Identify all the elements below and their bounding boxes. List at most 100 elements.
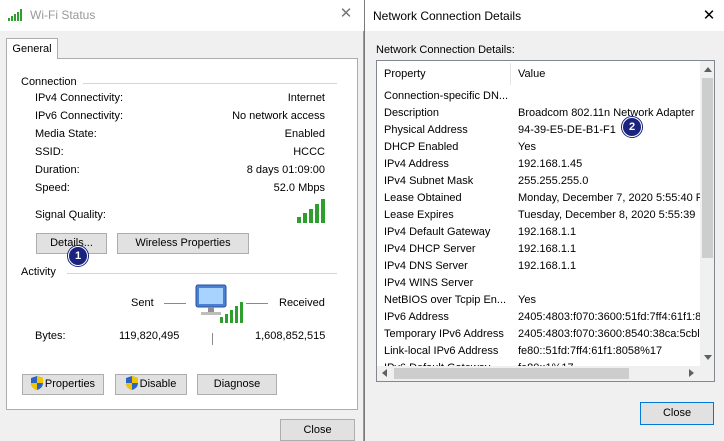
vertical-scrollbar[interactable] — [700, 61, 714, 366]
close-icon[interactable]: ✕ — [336, 4, 356, 24]
disable-button-label: Disable — [139, 378, 177, 390]
details-row-value: Broadcom 802.11n Network Adapter — [518, 107, 695, 119]
details-row[interactable]: IPv6 Address 2405:4803:f070:3600:51fd:7ff… — [377, 309, 700, 326]
properties-button[interactable]: Properties — [22, 374, 104, 395]
details-row-property: Temporary IPv6 Address — [384, 328, 504, 340]
details-row[interactable]: IPv4 Subnet Mask 255.255.255.0 — [377, 173, 700, 190]
scroll-down-icon[interactable] — [704, 355, 712, 360]
received-label: Received — [279, 297, 325, 309]
wireless-properties-button[interactable]: Wireless Properties — [117, 233, 249, 254]
activity-group-divider — [67, 273, 337, 274]
details-row-property: NetBIOS over Tcpip En... — [384, 294, 507, 306]
details-row-property: Lease Obtained — [384, 192, 462, 204]
wifi-close-button[interactable]: Close — [280, 419, 355, 441]
connection-row-label: Media State: — [35, 128, 97, 140]
connection-group-label: Connection — [21, 76, 77, 88]
wifi-status-title: Wi-Fi Status — [30, 8, 96, 22]
wifi-status-window: Wi-Fi Status ✕ General Connection IPv4 C… — [0, 0, 364, 441]
disable-button[interactable]: Disable — [115, 374, 187, 395]
column-separator[interactable] — [510, 63, 511, 85]
close-icon[interactable]: ✕ — [699, 6, 719, 26]
bytes-received-value: 1,608,852,515 — [255, 330, 326, 342]
details-row[interactable]: Temporary IPv6 Address 2405:4803:f070:360… — [377, 326, 700, 343]
connection-row-value: Enabled — [284, 128, 325, 140]
details-row[interactable]: DHCP Enabled Yes — [377, 139, 700, 156]
details-row-property: IPv4 DNS Server — [384, 260, 468, 272]
callout-badge-1: 1 — [68, 246, 88, 266]
details-row-value: 2405:4803:f070:3600:8540:38ca:5cbl — [518, 328, 700, 340]
wifi-signal-icon — [8, 9, 22, 21]
horizontal-scrollbar[interactable] — [377, 366, 700, 381]
details-row[interactable]: Physical Address 94-39-E5-DE-B1-F1 — [377, 122, 700, 139]
details-row[interactable]: NetBIOS over Tcpip En... Yes — [377, 292, 700, 309]
details-row-value: 192.168.1.1 — [518, 243, 577, 255]
sent-label: Sent — [131, 297, 154, 309]
details-row-value: 2405:4803:f070:3600:51fd:7ff4:61f1:8 — [518, 311, 700, 323]
details-row-value: 255.255.255.0 — [518, 175, 589, 187]
network-computer-icon — [195, 284, 243, 323]
details-row-property: IPv4 Subnet Mask — [384, 175, 474, 187]
details-row-property: IPv4 WINS Server — [384, 277, 474, 289]
scroll-right-icon[interactable] — [689, 369, 694, 377]
details-row[interactable]: Connection-specific DN... — [377, 88, 700, 105]
details-row-property: Connection-specific DN... — [384, 90, 509, 102]
horizontal-scroll-thumb[interactable] — [394, 368, 629, 379]
details-caption: Network Connection Details: — [376, 44, 515, 56]
bytes-label: Bytes: — [35, 330, 66, 342]
details-row[interactable]: Lease Obtained Monday, December 7, 2020 5… — [377, 190, 700, 207]
details-row-property: IPv6 Address — [384, 311, 449, 323]
details-row-value: Yes — [518, 294, 536, 306]
details-row[interactable]: IPv4 Default Gateway 192.168.1.1 — [377, 224, 700, 241]
received-line — [246, 303, 268, 304]
tab-general[interactable]: General — [6, 38, 58, 59]
diagnose-button[interactable]: Diagnose — [197, 374, 277, 395]
details-row-property: IPv4 Address — [384, 158, 449, 170]
connection-row-value: HCCC — [293, 146, 325, 158]
signal-quality-label: Signal Quality: — [35, 209, 106, 221]
scroll-up-icon[interactable] — [704, 67, 712, 72]
activity-group-label: Activity — [21, 266, 56, 278]
wifi-status-titlebar[interactable]: Wi-Fi Status ✕ — [0, 0, 364, 31]
details-list-view[interactable]: Property Value Connection-specific DN...… — [376, 60, 715, 382]
connection-row-value: 8 days 01:09:00 — [246, 164, 325, 176]
details-close-button[interactable]: Close — [640, 402, 714, 425]
signal-strength-bars-icon — [297, 199, 325, 223]
connection-row-label: IPv4 Connectivity: — [35, 92, 124, 104]
admin-shield-icon — [30, 376, 43, 391]
callout-badge-2: 2 — [622, 117, 642, 137]
details-row-value: Monday, December 7, 2020 5:55:40 F — [518, 192, 700, 204]
details-titlebar[interactable]: Network Connection Details ✕ — [365, 0, 724, 31]
details-title: Network Connection Details — [373, 9, 522, 23]
activity-separator — [212, 333, 213, 345]
connection-row-label: Speed: — [35, 182, 70, 194]
details-row-value: Tuesday, December 8, 2020 5:55:39 — [518, 209, 696, 221]
list-header: Property Value — [377, 61, 700, 87]
connection-row-value: No network access — [232, 110, 325, 122]
bytes-sent-value: 119,820,495 — [119, 330, 180, 342]
details-row[interactable]: Lease Expires Tuesday, December 8, 2020 5… — [377, 207, 700, 224]
connection-row-value: 52.0 Mbps — [273, 182, 325, 194]
scroll-left-icon[interactable] — [382, 369, 387, 377]
details-row-property: Link-local IPv6 Address — [384, 345, 499, 357]
details-row[interactable]: Description Broadcom 802.11n Network Adap… — [377, 105, 700, 122]
scrollbar-corner — [700, 366, 714, 381]
sent-line — [164, 303, 186, 304]
details-row-value: 192.168.1.1 — [518, 226, 577, 238]
properties-button-label: Properties — [44, 378, 96, 390]
details-row[interactable]: Link-local IPv6 Address fe80::51fd:7ff4:6… — [377, 343, 700, 360]
details-row-value: 192.168.1.1 — [518, 260, 577, 272]
details-row[interactable]: IPv4 Address 192.168.1.45 — [377, 156, 700, 173]
details-row[interactable]: IPv4 DHCP Server 192.168.1.1 — [377, 241, 700, 258]
connection-group-divider — [83, 83, 337, 84]
details-row-property: Description — [384, 107, 440, 119]
column-header-property[interactable]: Property — [384, 68, 426, 80]
connection-row-label: Duration: — [35, 164, 80, 176]
details-row-property: Physical Address — [384, 124, 468, 136]
details-rows: Connection-specific DN... Description Broa… — [377, 88, 700, 368]
details-row-value: 192.168.1.45 — [518, 158, 583, 170]
details-row[interactable]: IPv4 DNS Server 192.168.1.1 — [377, 258, 700, 275]
details-row[interactable]: IPv4 WINS Server — [377, 275, 700, 292]
column-header-value[interactable]: Value — [518, 68, 545, 80]
admin-shield-icon — [125, 376, 138, 391]
vertical-scroll-thumb[interactable] — [702, 78, 713, 258]
